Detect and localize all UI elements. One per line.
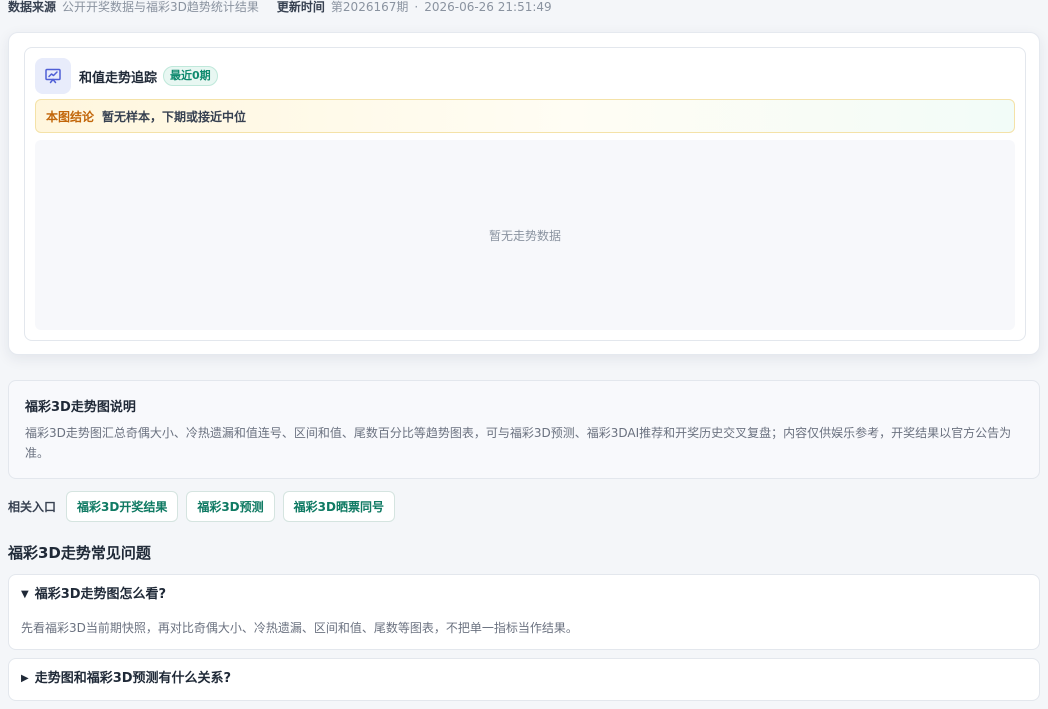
faq-answer: 先看福彩3D当前期快照，再对比奇偶大小、冷热遗漏、区间和值、尾数等图表，不把单一… xyxy=(21,621,578,635)
description-card: 福彩3D走势图说明 福彩3D走势图汇总奇偶大小、冷热遗漏和值连号、区间和值、尾数… xyxy=(8,380,1040,479)
link-draw-results[interactable]: 福彩3D开奖结果 xyxy=(66,491,179,522)
conclusion-banner: 本图结论 暂无样本，下期或接近中位 xyxy=(35,99,1015,133)
faq-question-text: 走势图和福彩3D预测有什么关系? xyxy=(34,671,232,686)
link-shared-tickets[interactable]: 福彩3D晒票同号 xyxy=(282,491,395,522)
presentation-chart-icon xyxy=(35,58,71,94)
separator-dot: · xyxy=(414,0,419,14)
empty-state-text: 暂无走势数据 xyxy=(488,228,561,243)
data-source-bar: 数据来源 公开开奖数据与福彩3D趋势统计结果 更新时间 第2026167期 · … xyxy=(8,0,552,14)
related-links-label: 相关入口 xyxy=(8,500,57,514)
related-links-row: 相关入口 福彩3D开奖结果 福彩3D预测 福彩3D晒票同号 xyxy=(8,491,403,522)
update-label: 更新时间 xyxy=(276,0,325,14)
description-title: 福彩3D走势图说明 xyxy=(25,400,136,415)
link-prediction[interactable]: 福彩3D预测 xyxy=(186,491,275,522)
faq-question-text: 福彩3D走势图怎么看? xyxy=(34,587,167,602)
trend-chart-empty-state: 暂无走势数据 xyxy=(35,140,1015,330)
faq-item-expanded[interactable]: ▼ 福彩3D走势图怎么看? 先看福彩3D当前期快照，再对比奇偶大小、冷热遗漏、区… xyxy=(8,574,1040,650)
period-count-badge: 最近0期 xyxy=(163,66,218,86)
conclusion-tag: 本图结论 xyxy=(46,109,95,124)
trend-card: 和值走势追踪 最近0期 本图结论 暂无样本，下期或接近中位 暂无走势数据 xyxy=(24,47,1026,341)
faq-item-collapsed[interactable]: ▶ 走势图和福彩3D预测有什么关系? xyxy=(8,658,1040,701)
description-body: 福彩3D走势图汇总奇偶大小、冷热遗漏和值连号、区间和值、尾数百分比等趋势图表，可… xyxy=(25,426,1012,460)
caret-right-icon: ▶ xyxy=(21,673,29,684)
update-issue: 第2026167期 xyxy=(330,0,409,14)
update-time: 2026-06-26 21:51:49 xyxy=(424,0,552,14)
caret-down-icon: ▼ xyxy=(21,589,29,600)
conclusion-text: 暂无样本，下期或接近中位 xyxy=(102,109,247,124)
source-value: 公开开奖数据与福彩3D趋势统计结果 xyxy=(62,0,259,14)
faq-question[interactable]: ▼ 福彩3D走势图怎么看? xyxy=(21,585,166,605)
faq-heading: 福彩3D走势常见问题 xyxy=(8,544,151,562)
source-label: 数据来源 xyxy=(8,0,57,14)
trend-card-title: 和值走势追踪 xyxy=(79,70,158,86)
faq-question[interactable]: ▶ 走势图和福彩3D预测有什么关系? xyxy=(21,669,231,689)
trend-card-header: 和值走势追踪 最近0期 xyxy=(35,58,218,94)
trend-section: 和值走势追踪 最近0期 本图结论 暂无样本，下期或接近中位 暂无走势数据 xyxy=(8,32,1040,355)
